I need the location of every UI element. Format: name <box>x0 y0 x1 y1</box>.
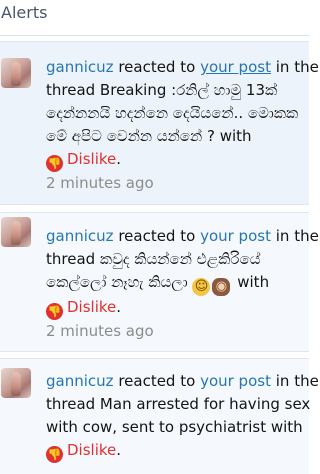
thread-title-line[interactable]: thread Man arrested for having sex <box>46 393 310 416</box>
alert-timestamp: 2 minutes ago <box>46 322 154 340</box>
reaction-suffix: . <box>116 441 122 459</box>
reaction-label: Dislike <box>67 441 117 459</box>
alert-item[interactable]: gannicuz reacted to your post in the thr… <box>0 358 319 474</box>
avatar[interactable] <box>1 58 31 88</box>
page-title: Alerts <box>1 3 48 22</box>
alerts-header: Alerts <box>0 0 309 36</box>
thread-title-line[interactable]: thread Breaking :රනිල් හාමු 13ක් <box>46 79 309 102</box>
see-no-evil-monkey-emoji-icon: ◉ <box>212 278 231 296</box>
username-link[interactable]: gannicuz <box>46 227 114 245</box>
post-link[interactable]: your post <box>200 58 271 76</box>
in-text: in the <box>275 58 319 76</box>
thread-title-line[interactable]: කෙල්ලෝ නෑහැ කියලා <box>46 273 188 291</box>
in-text: in the <box>275 372 319 390</box>
reaction-suffix: . <box>116 150 122 168</box>
avatar[interactable] <box>1 217 31 247</box>
alert-timestamp: 2 minutes ago <box>46 174 154 192</box>
thread-title-line[interactable]: දෙන්නනයි හදන්නෙ දෙයියනේ.. මොකක <box>46 102 309 125</box>
thread-title-line[interactable]: with cow, sent to psychiatrist with <box>46 416 309 439</box>
reaction-suffix: . <box>116 298 122 316</box>
username-link[interactable]: gannicuz <box>46 58 114 76</box>
thread-title-line[interactable]: thread කවුද කියන්නේ එළකිරියේ <box>46 248 309 271</box>
reaction-label: Dislike <box>67 298 117 316</box>
in-text: in the <box>275 227 319 245</box>
avatar[interactable] <box>1 368 31 398</box>
thread-title-line[interactable]: මේ අපිට වෙන්න යන්නේ ? with <box>46 125 309 148</box>
thumbs-down-icon: 👎 <box>46 303 63 320</box>
alert-item[interactable]: gannicuz reacted to your post in the thr… <box>0 212 319 352</box>
username-link[interactable]: gannicuz <box>46 372 114 390</box>
reacted-text: reacted to <box>118 372 196 390</box>
thumbs-down-icon: 👎 <box>46 446 63 463</box>
grinning-face-emoji-icon: ☺ <box>192 278 211 296</box>
thumbs-down-icon: 👎 <box>46 155 63 172</box>
reacted-text: reacted to <box>118 227 196 245</box>
reaction-label: Dislike <box>67 150 117 168</box>
reacted-text: reacted to <box>118 58 196 76</box>
post-link[interactable]: your post <box>200 372 271 390</box>
with-text: with <box>237 273 270 291</box>
alert-item[interactable]: gannicuz reacted to your post in the thr… <box>0 41 319 205</box>
post-link[interactable]: your post <box>200 227 271 245</box>
